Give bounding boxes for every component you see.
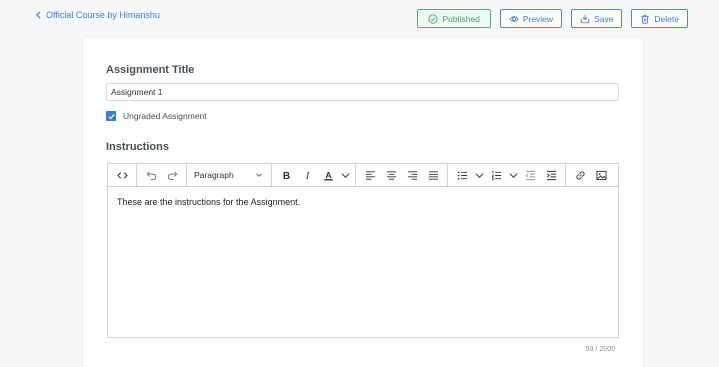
link-icon: [575, 170, 585, 180]
delete-button[interactable]: Delete: [631, 9, 688, 28]
eye-icon: [508, 15, 519, 22]
back-link[interactable]: Official Course by Himanshu: [35, 10, 160, 20]
toolbar-group-history: [137, 164, 187, 186]
svg-text:A: A: [325, 170, 332, 180]
indent-button[interactable]: [541, 165, 561, 185]
editor-content[interactable]: These are the instructions for the Assig…: [108, 187, 618, 217]
numbered-list-button[interactable]: [486, 165, 506, 185]
insert-link-button[interactable]: [570, 165, 590, 185]
ungraded-row[interactable]: Ungraded Assignment: [106, 111, 207, 121]
block-format-select[interactable]: Paragraph: [191, 170, 267, 180]
indent-icon: [546, 170, 556, 180]
chevron-left-icon: [36, 11, 41, 19]
assignment-title-input[interactable]: Assignment 1: [106, 83, 619, 101]
italic-button[interactable]: I: [297, 165, 317, 185]
redo-button[interactable]: [162, 165, 182, 185]
bold-button[interactable]: B: [276, 165, 296, 185]
undo-button[interactable]: [141, 165, 161, 185]
back-link-label: Official Course by Himanshu: [46, 10, 160, 20]
source-code-button[interactable]: [112, 165, 132, 185]
check-circle-icon: [428, 13, 439, 24]
text-color-button[interactable]: A: [318, 165, 338, 185]
published-label: Published: [442, 13, 480, 24]
redo-icon: [167, 171, 177, 180]
toolbar-group-align: [356, 164, 448, 186]
code-icon: [116, 171, 128, 179]
assignment-title-label: Assignment Title: [106, 64, 195, 76]
image-icon: [595, 170, 607, 180]
align-justify-icon: [428, 170, 438, 180]
insert-image-button[interactable]: [591, 165, 611, 185]
bullet-list-icon: [457, 170, 467, 180]
bullet-list-button[interactable]: [452, 165, 472, 185]
trash-icon: [641, 14, 650, 24]
undo-icon: [146, 171, 156, 180]
chevron-down-icon: [256, 173, 262, 177]
svg-text:B: B: [282, 171, 289, 181]
numbered-list-dropdown[interactable]: [507, 165, 519, 185]
ungraded-label: Ungraded Assignment: [123, 111, 207, 121]
chevron-down-icon: [475, 172, 483, 178]
delete-label: Delete: [654, 13, 679, 24]
toolbar-group-source: [108, 164, 137, 186]
text-color-icon: A: [323, 170, 333, 180]
align-left-button[interactable]: [360, 165, 380, 185]
preview-button[interactable]: Preview: [499, 9, 563, 28]
character-counter: 53 / 2000: [585, 346, 615, 353]
justify-button[interactable]: [423, 165, 443, 185]
bold-icon: B: [282, 171, 289, 181]
toolbar-group-insert: [566, 164, 615, 186]
toolbar-group-lists: [448, 164, 566, 186]
editor-toolbar: Paragraph B I A: [108, 164, 618, 187]
outdent-button[interactable]: [520, 165, 540, 185]
outdent-icon: [524, 170, 535, 180]
save-label: Save: [594, 13, 614, 24]
align-right-icon: [407, 170, 417, 180]
assignment-card: Assignment Title Assignment 1 Ungraded A…: [83, 38, 643, 367]
block-format-value: Paragraph: [194, 170, 234, 180]
rich-text-editor: Paragraph B I A These are the instructio…: [107, 163, 619, 338]
align-left-icon: [365, 170, 375, 180]
chevron-down-icon: [509, 172, 517, 178]
svg-text:I: I: [304, 171, 309, 181]
instructions-label: Instructions: [106, 141, 169, 153]
preview-label: Preview: [522, 13, 554, 24]
numbered-list-icon: [490, 170, 501, 180]
top-actions: Published Preview Save Delete: [417, 9, 688, 28]
align-center-icon: [386, 170, 396, 180]
checkmark-icon: [107, 113, 115, 119]
toolbar-group-text: B I A: [272, 164, 356, 186]
align-center-button[interactable]: [381, 165, 401, 185]
save-button[interactable]: Save: [571, 9, 623, 28]
ungraded-checkbox[interactable]: [106, 111, 116, 121]
toolbar-group-format: Paragraph: [187, 164, 272, 186]
align-right-button[interactable]: [402, 165, 422, 185]
save-icon: [580, 14, 590, 23]
italic-icon: I: [304, 171, 309, 181]
chevron-down-icon: [341, 172, 349, 178]
bullet-list-dropdown[interactable]: [473, 165, 485, 185]
text-color-dropdown[interactable]: [339, 165, 351, 185]
published-button[interactable]: Published: [417, 9, 491, 28]
